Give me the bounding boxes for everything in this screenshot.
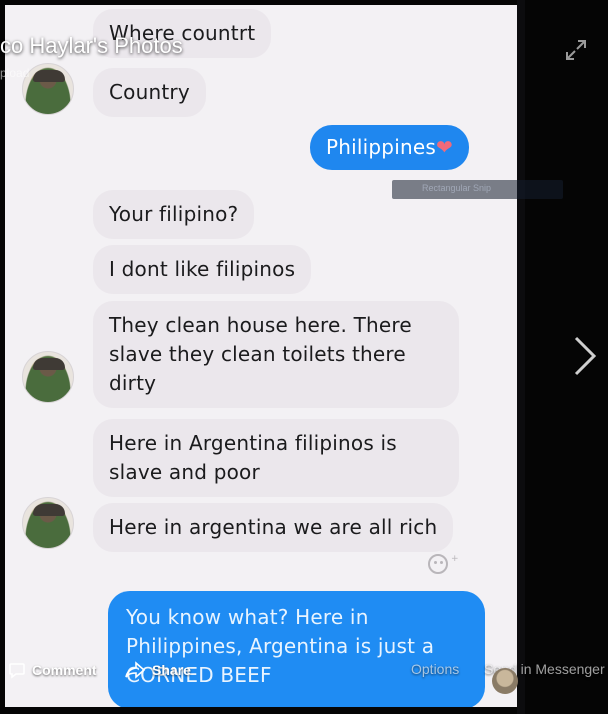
message-text: Here in argentina we are all rich — [109, 515, 438, 539]
share-icon — [125, 661, 146, 679]
message-text: Country — [109, 80, 190, 104]
message-text: Philippines — [326, 135, 436, 159]
message-line: Here in Argentina filipinos is — [109, 431, 397, 455]
screenshot-photo[interactable]: Where countrt Country Philippines❤ Your … — [5, 5, 517, 707]
album-title[interactable]: co Haylar's Photos — [0, 33, 183, 59]
expand-icon[interactable] — [564, 38, 588, 62]
comment-button[interactable]: Comment — [8, 661, 97, 679]
message-bubble: Here in argentina we are all rich — [93, 503, 454, 552]
message-bubble: They clean house here. There slave they … — [93, 301, 459, 408]
avatar — [22, 497, 74, 549]
snip-toolbar: Rectangular Snip — [392, 180, 563, 199]
options-label: Options — [411, 661, 460, 677]
comment-icon — [9, 663, 25, 679]
message-bubble: I dont like filipinos — [93, 245, 312, 294]
message-bubble: Your filipino? — [93, 190, 255, 239]
message-line: You know what? Here in — [126, 605, 369, 629]
emoji-reaction-icon — [428, 554, 448, 574]
photo-edge — [517, 0, 525, 714]
avatar — [22, 63, 74, 115]
message-bubble: Country — [93, 68, 206, 117]
avatar — [22, 351, 74, 403]
options-button[interactable]: Options — [411, 661, 459, 677]
share-button[interactable]: Share — [124, 661, 191, 679]
message-bubble-outgoing: Philippines❤ — [310, 125, 469, 170]
comment-label: Comment — [32, 662, 97, 678]
message-line: dirty — [109, 371, 157, 395]
message-text: I dont like filipinos — [109, 257, 296, 281]
message-text: Your filipino? — [109, 202, 239, 226]
share-label: Share — [152, 662, 191, 678]
snip-toolbar-label: Rectangular Snip — [422, 183, 492, 193]
message-bubble: Here in Argentina filipinos is slave and… — [93, 419, 459, 497]
heart-emoji: ❤ — [435, 135, 453, 159]
message-bubble-outgoing: You know what? Here in Philippines, Arge… — [108, 591, 485, 707]
album-subtitle: pload — [0, 66, 30, 80]
emoji-plus-icon: + — [451, 554, 459, 564]
message-line: They clean house here. There — [109, 313, 412, 337]
message-line: slave and poor — [109, 460, 260, 484]
avatar — [492, 668, 518, 694]
chevron-right-icon[interactable] — [568, 332, 602, 380]
message-line: slave they clean toilets there — [109, 342, 406, 366]
